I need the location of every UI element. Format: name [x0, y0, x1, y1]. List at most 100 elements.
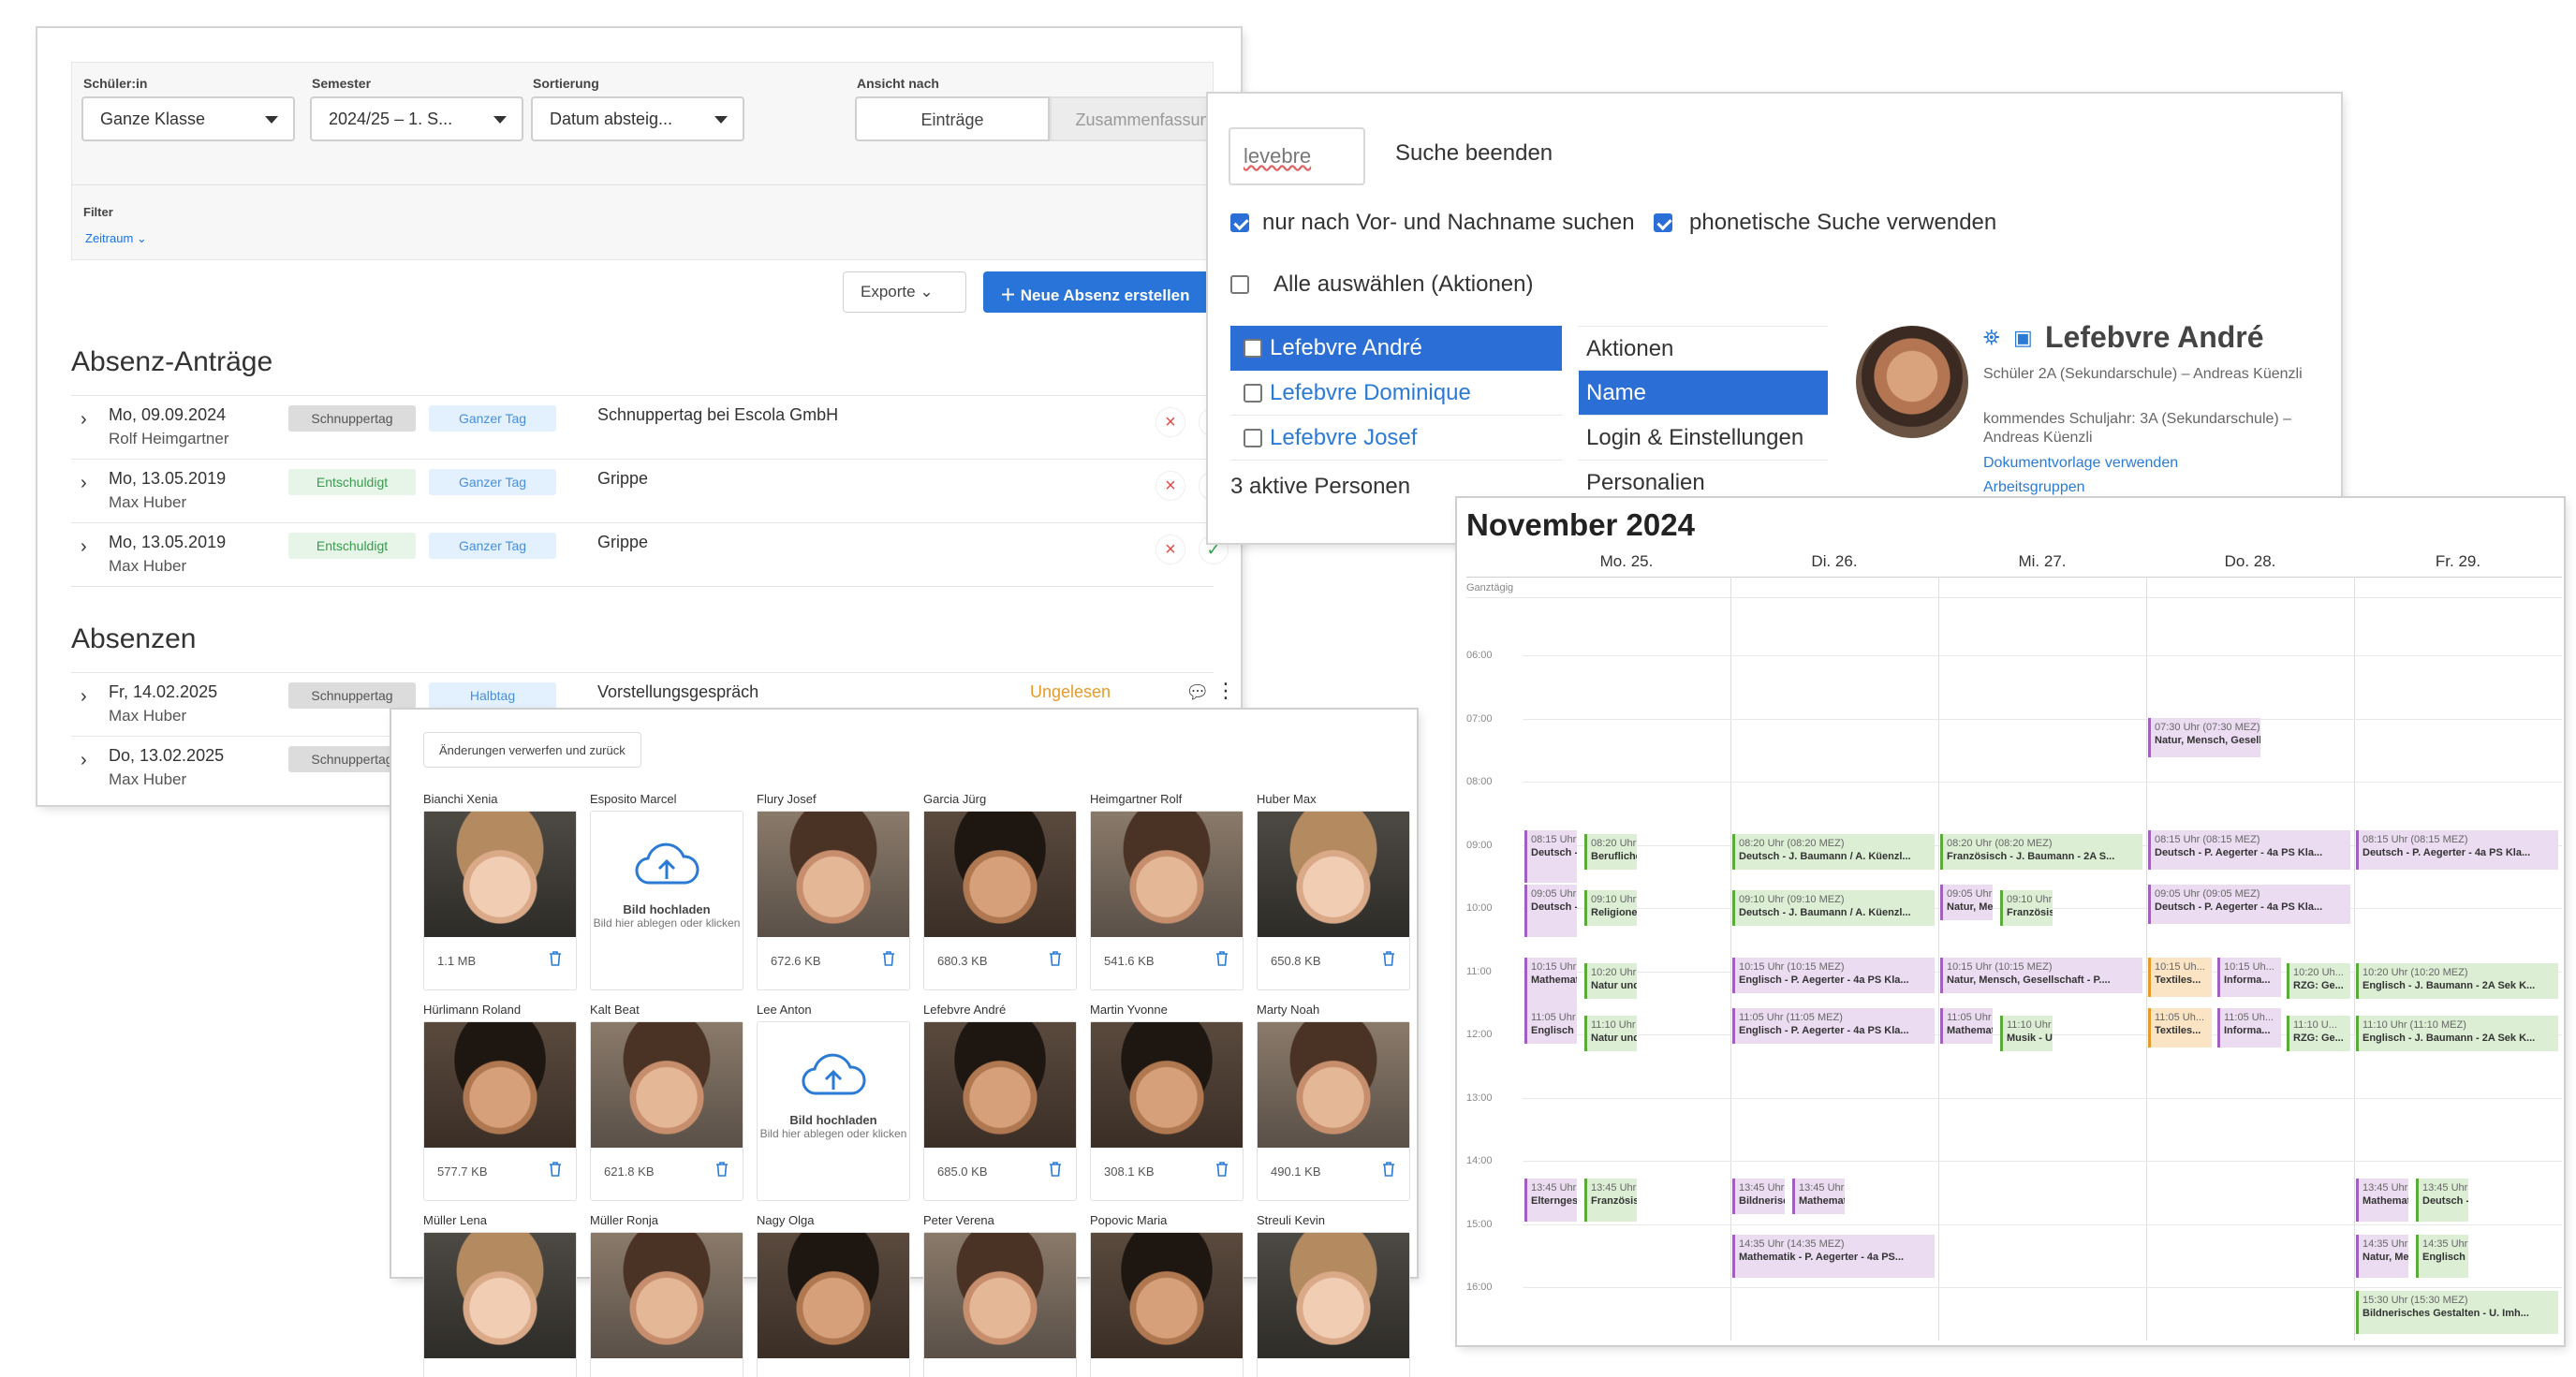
- calendar-event[interactable]: 08:20 Uhr (08:2... Berufliche Ori...: [1584, 834, 1637, 870]
- discard-changes-button[interactable]: Änderungen verwerfen und zurück: [423, 732, 641, 768]
- calendar-event[interactable]: 13:45 Uhr (13:4...Bildnerisches...: [1732, 1179, 1785, 1214]
- calendar-event[interactable]: 10:15 Uhr (10:15 MEZ) Natur, Mensch, Gese…: [1940, 958, 2142, 993]
- workgroups-link[interactable]: Arbeitsgruppen: [1983, 479, 2085, 496]
- reject-icon[interactable]: ×: [1156, 535, 1185, 564]
- search-input[interactable]: levebre: [1229, 127, 1365, 185]
- card-box[interactable]: 680.3 KB: [923, 811, 1077, 990]
- phonetic-checkbox[interactable]: [1654, 213, 1672, 232]
- semester-select[interactable]: 2024/25 – 1. S...: [310, 96, 523, 141]
- calendar-event[interactable]: 08:15 Uhr (08:1... Deutsch - P. A...: [1524, 830, 1577, 883]
- card-box[interactable]: Bild hochladen Bild hier ablegen oder kli…: [757, 1021, 910, 1201]
- calendar-event[interactable]: 14:35 Uhr (14:35 MEZ) Mathematik - P. Aeg…: [1732, 1235, 1935, 1278]
- card-box[interactable]: Bild hochladen Bild hier ablegen oder kli…: [590, 811, 743, 990]
- name-only-checkbox[interactable]: [1230, 213, 1249, 232]
- calendar-event[interactable]: 14:35 Uhr (14:3... Englisch - J. B...: [2416, 1235, 2468, 1278]
- calendar-event[interactable]: 10:20 Uhr (10:20 MEZ) Englisch - J. Bauma…: [2356, 963, 2558, 999]
- menu-actions[interactable]: Aktionen: [1579, 326, 1828, 371]
- calendar-event[interactable]: 11:05 Uh... Informa...: [2217, 1008, 2281, 1047]
- calendar-event[interactable]: 11:10 Uhr (11:10... Natur und Tec...: [1584, 1016, 1637, 1051]
- calendar-event[interactable]: 11:10 U... RZG: Ge...: [2287, 1016, 2350, 1051]
- calendar-event[interactable]: 13:45 Uhr (13:4...Mathematik -...: [1792, 1179, 1845, 1214]
- person-item-selected[interactable]: Lefebvre André: [1230, 326, 1562, 371]
- reject-icon[interactable]: ×: [1156, 407, 1185, 437]
- calendar-event[interactable]: 10:15 Uh... Textiles...: [2148, 958, 2212, 997]
- student-select[interactable]: Ganze Klasse: [81, 96, 295, 141]
- period-filter-chip[interactable]: Zeitraum ⌄: [85, 231, 147, 246]
- calendar-event[interactable]: 11:05 Uh... Textiles...: [2148, 1008, 2212, 1047]
- calendar-event[interactable]: 13:45 Uhr (13:4...Deutsch - J. B...: [2416, 1179, 2468, 1222]
- document-template-link[interactable]: Dokumentvorlage verwenden: [1983, 455, 2178, 472]
- trash-icon[interactable]: [1381, 1161, 1396, 1178]
- trash-icon[interactable]: [1048, 1161, 1063, 1178]
- comment-icon[interactable]: 💬︎: [1185, 681, 1209, 704]
- calendar-event[interactable]: 09:10 Uhr (09:1... Religionen, Ku...: [1584, 890, 1637, 926]
- calendar-event[interactable]: 13:45 Uhr (13:4...Elterngespräch: [1524, 1179, 1577, 1222]
- new-absence-button[interactable]: ＋ Neue Absenz erstellen: [983, 271, 1215, 313]
- id-card-icon[interactable]: ▣: [2013, 326, 2033, 350]
- menu-name[interactable]: Name: [1579, 371, 1828, 416]
- export-button[interactable]: Exporte ⌄: [843, 271, 966, 313]
- map-icon[interactable]: ⛯: [1983, 326, 2000, 350]
- card-box[interactable]: 672.6 KB: [757, 811, 910, 990]
- calendar-event[interactable]: 10:20 Uhr (10:2... Natur und Tec...: [1584, 963, 1637, 999]
- card-box[interactable]: [423, 1232, 577, 1377]
- calendar-event[interactable]: 10:15 Uhr (10:15 MEZ) Englisch - P. Aeger…: [1732, 958, 1935, 993]
- card-box[interactable]: 577.7 KB: [423, 1021, 577, 1201]
- calendar-event[interactable]: 10:15 Uh... Informa...: [2217, 958, 2281, 997]
- calendar-event[interactable]: 08:15 Uhr (08:15 MEZ) Deutsch - P. Aegert…: [2356, 830, 2558, 870]
- calendar-event[interactable]: 08:20 Uhr (08:20 MEZ) Deutsch - J. Bauman…: [1732, 834, 1935, 870]
- calendar-event[interactable]: 09:05 Uhr (09:...Deutsch - P. A...: [1524, 885, 1577, 937]
- calendar-event[interactable]: 07:30 Uhr (07:30 MEZ) Natur, Mensch, Gese…: [2148, 718, 2260, 757]
- card-box[interactable]: 650.8 KB: [1257, 811, 1410, 990]
- person-checkbox[interactable]: [1244, 339, 1262, 358]
- calendar-event[interactable]: 08:15 Uhr (08:15 MEZ) Deutsch - P. Aegert…: [2148, 830, 2350, 870]
- trash-icon[interactable]: [548, 1161, 563, 1178]
- calendar-event[interactable]: 09:05 Uhr (09:...Natur, Mensc...: [1940, 885, 1993, 920]
- calendar-event[interactable]: 09:05 Uhr (09:05 MEZ) Deutsch - P. Aegert…: [2148, 885, 2350, 924]
- more-icon[interactable]: ⋮: [1215, 679, 1236, 703]
- trash-icon[interactable]: [881, 950, 896, 967]
- view-entries-button[interactable]: Einträge: [855, 96, 1050, 141]
- upload-area[interactable]: Bild hochladen Bild hier ablegen oder kli…: [758, 1050, 909, 1141]
- person-item[interactable]: Lefebvre Dominique: [1230, 371, 1562, 416]
- chevron-right-icon[interactable]: ›: [81, 473, 87, 494]
- calendar-event[interactable]: 15:30 Uhr (15:30 MEZ) Bildnerisches Gesta…: [2356, 1291, 2558, 1334]
- end-search-link[interactable]: Suche beenden: [1395, 140, 1553, 167]
- person-item[interactable]: Lefebvre Josef: [1230, 416, 1562, 461]
- request-row[interactable]: › Mo, 13.05.2019 Max Huber Entschuldigt …: [71, 459, 1229, 522]
- card-box[interactable]: [923, 1232, 1077, 1377]
- card-box[interactable]: 308.1 KB: [1090, 1021, 1244, 1201]
- card-box[interactable]: [1257, 1232, 1410, 1377]
- card-box[interactable]: 685.0 KB: [923, 1021, 1077, 1201]
- calendar-event[interactable]: 10:20 Uh... RZG: Ge...: [2287, 963, 2350, 999]
- trash-icon[interactable]: [1214, 1161, 1229, 1178]
- person-checkbox[interactable]: [1244, 384, 1262, 403]
- card-box[interactable]: 541.6 KB: [1090, 811, 1244, 990]
- calendar-event[interactable]: 09:10 Uhr (09:1... Französisch -...: [2000, 890, 2053, 926]
- calendar-event[interactable]: 11:10 Uhr (11:10... Musik - U. Imh...: [2000, 1016, 2053, 1051]
- request-row[interactable]: › Mo, 09.09.2024 Rolf Heimgartner Schnup…: [71, 395, 1229, 459]
- card-box[interactable]: [757, 1232, 910, 1377]
- calendar-event[interactable]: 09:10 Uhr (09:10 MEZ) Deutsch - J. Bauman…: [1732, 890, 1935, 926]
- trash-icon[interactable]: [1381, 950, 1396, 967]
- request-row[interactable]: › Mo, 13.05.2019 Max Huber Entschuldigt …: [71, 522, 1229, 586]
- calendar-event[interactable]: 11:05 Uhr (11:0... Mathematik -...: [1940, 1008, 1993, 1044]
- calendar-event[interactable]: 11:10 Uhr (11:10 MEZ) Englisch - J. Bauma…: [2356, 1016, 2558, 1051]
- calendar-event[interactable]: 11:05 Uhr (11:0... Englisch - P. A...: [1524, 1008, 1577, 1044]
- calendar-event[interactable]: 13:45 Uhr (13:4...Mathematik -...: [2356, 1179, 2408, 1222]
- person-checkbox[interactable]: [1244, 429, 1262, 447]
- card-box[interactable]: [1090, 1232, 1244, 1377]
- calendar-event[interactable]: 10:15 Uhr (10:1...Mathematik -...: [1524, 958, 1577, 1010]
- upload-area[interactable]: Bild hochladen Bild hier ablegen oder kli…: [591, 840, 743, 930]
- trash-icon[interactable]: [1048, 950, 1063, 967]
- menu-login-settings[interactable]: Login & Einstellungen: [1579, 416, 1828, 461]
- trash-icon[interactable]: [548, 950, 563, 967]
- trash-icon[interactable]: [714, 1161, 729, 1178]
- card-box[interactable]: [590, 1232, 743, 1377]
- card-box[interactable]: 621.8 KB: [590, 1021, 743, 1201]
- chevron-right-icon[interactable]: ›: [81, 750, 87, 771]
- card-box[interactable]: 1.1 MB: [423, 811, 577, 990]
- reject-icon[interactable]: ×: [1156, 471, 1185, 501]
- chevron-right-icon[interactable]: ›: [81, 536, 87, 558]
- calendar-event[interactable]: 14:35 Uhr (14:3... Natur, Mensc...: [2356, 1235, 2408, 1278]
